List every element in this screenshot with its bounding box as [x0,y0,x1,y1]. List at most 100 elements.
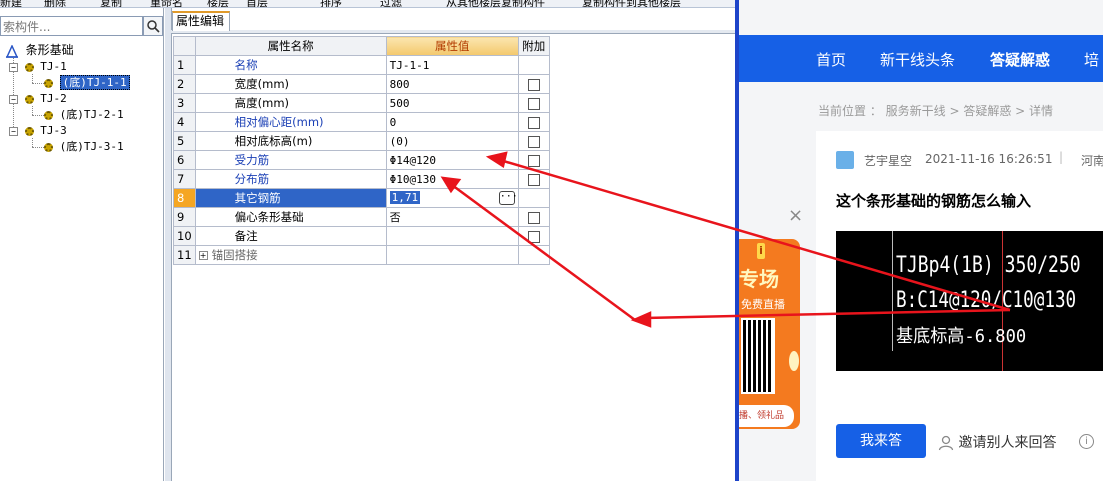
extra-checkbox[interactable] [527,97,540,110]
tree-node-tj1[interactable]: − TJ-1 [9,59,67,75]
tab-property-edit[interactable]: 属性编辑 [172,11,230,31]
toolbar-sort-button[interactable]: 排序 [320,0,342,7]
extra-checkbox[interactable] [527,135,540,148]
property-value[interactable]: 800 [385,74,519,94]
table-row[interactable]: 9 偏心条形基础 否 [173,207,550,227]
table-row[interactable]: 7 分布筋 Φ10@130 [173,169,550,189]
invite-button[interactable]: 邀请别人来回答 [938,432,1056,452]
property-value[interactable]: Φ14@120 [385,150,519,170]
extra-checkbox[interactable] [527,116,540,129]
component-search-input[interactable]: 索构件... [0,16,143,36]
close-icon[interactable]: × [788,205,803,226]
tree-child-tj3-1[interactable]: (底)TJ-3-1 [44,139,124,155]
table-row[interactable]: 5 相对底标高(m) (0) [173,131,550,151]
property-value[interactable]: (0) [385,131,519,151]
row-number: 4 [173,112,196,132]
table-row[interactable]: 10 备注 [173,226,550,246]
extra-checkbox[interactable] [527,78,540,91]
toolbar-floor-select[interactable]: 首层 [246,0,268,7]
extra-checkbox[interactable] [527,173,540,186]
ad-title: 专场 [739,267,779,291]
toolbar-copy-button[interactable]: 复制 [100,0,122,7]
tree-node-label: TJ-1 [40,60,67,73]
search-button[interactable] [143,16,163,36]
nav-training[interactable]: 培 [1084,49,1099,70]
info-icon[interactable]: i [1079,434,1094,449]
table-row[interactable]: 1 名称 TJ-1-1 [173,55,550,75]
expand-icon[interactable]: + [198,251,208,260]
property-value-input[interactable]: 1,71 [389,191,421,204]
tree-root[interactable]: 条形基础 [5,42,74,58]
extra-checkbox[interactable] [527,230,540,243]
row-number: 2 [173,74,196,94]
extra-cell [517,112,550,132]
extra-cell [517,74,550,94]
row-number: 9 [173,207,196,227]
collapse-icon[interactable]: − [9,126,18,136]
tree-child-label: (底)TJ-3-1 [59,140,124,153]
property-value[interactable]: 否 [385,207,519,227]
tree-node-tj2[interactable]: − TJ-2 [9,91,67,107]
property-value [385,245,519,265]
toolbar-delete-button[interactable]: 删除 [44,0,66,7]
extra-checkbox[interactable] [527,154,540,167]
property-value[interactable]: 0 [385,112,519,132]
property-value[interactable]: TJ-1-1 [385,55,519,75]
toolbar-copy-to-floor-button[interactable]: 复制构件到其他楼层 [582,0,681,7]
toolbar-filter-button[interactable]: 过滤 [380,0,402,7]
nav-headlines[interactable]: 新干线头条 [880,49,955,70]
tree-child-tj1-1[interactable]: (底)TJ-1-1 [44,75,130,91]
tree-node-tj3[interactable]: − TJ-3 [9,123,67,139]
property-name: 相对偏心距(mm) [194,112,387,132]
property-value-editing[interactable]: 1,71 ··· [385,188,519,208]
row-number: 6 [173,150,196,170]
row-number: 1 [173,55,196,75]
property-name: 受力筋 [194,150,387,170]
tree-child-tj2-1[interactable]: (底)TJ-2-1 [44,107,124,123]
toolbar-copy-from-floor-button[interactable]: 从其他楼层复制构件 [446,0,545,7]
grid-corner [173,36,196,56]
ad-subtitle: 免费直播 [741,298,785,311]
author-name[interactable]: 艺宇星空 [864,152,912,169]
strip-foundation-icon [5,43,19,58]
question-title: 这个条形基础的钢筋怎么输入 [836,192,1032,210]
component-icon [44,110,53,120]
avatar[interactable] [836,151,854,169]
table-row[interactable]: 3 高度(mm) 500 [173,93,550,113]
breadcrumb: 当前位置 ： 服务新干线 > 答疑解惑 > 详情 [818,104,1053,118]
ad-badge: i [757,243,765,259]
table-row[interactable]: 6 受力筋 Φ14@120 [173,150,550,170]
cad-screenshot: TJBp4(1B) 350/250 B:C14@120/C10@130 基底标高… [836,231,1103,371]
extra-cell [517,169,550,189]
ad-footer[interactable]: 播、领礼品 [739,405,794,427]
extra-cell [517,207,550,227]
component-icon [44,78,53,88]
property-group[interactable]: + 锚固搭接 [194,245,387,265]
component-icon [44,142,53,152]
cad-line-2: B:C14@120/C10@130 [896,288,1077,313]
ellipsis-button[interactable]: ··· [498,191,517,205]
toolbar-new-button[interactable]: 新建 [0,0,22,7]
table-row[interactable]: 11 + 锚固搭接 [173,245,550,265]
invite-label: 邀请别人来回答 [958,435,1057,451]
answer-button[interactable]: 我来答 [836,424,926,458]
table-row[interactable]: 8 其它钢筋 1,71 ··· [173,188,550,208]
property-value[interactable]: 500 [385,93,519,113]
property-value[interactable]: Φ10@130 [385,169,519,189]
toolbar-floor-label: 楼层 [207,0,229,8]
extra-cell [517,188,550,208]
nav-home[interactable]: 首页 [816,49,846,70]
extra-checkbox[interactable] [527,211,540,224]
collapse-icon[interactable]: − [9,94,18,104]
table-row[interactable]: 2 宽度(mm) 800 [173,74,550,94]
toolbar-rename-button[interactable]: 重命名 [150,0,183,7]
extra-cell [517,93,550,113]
property-value[interactable] [385,226,519,246]
collapse-icon[interactable]: − [9,62,18,72]
cad-line-3: 基底标高-6.800 [896,326,1027,347]
table-row[interactable]: 4 相对偏心距(mm) 0 [173,112,550,132]
tree-node-label: TJ-3 [40,124,67,137]
nav-qa[interactable]: 答疑解惑 [990,49,1050,70]
post-time: 2021-11-16 16:26:51 [925,152,1053,166]
toolbar: 新建 删除 复制 重命名 楼层 首层 排序 过滤 从其他楼层复制构件 复制构件到… [0,0,735,8]
